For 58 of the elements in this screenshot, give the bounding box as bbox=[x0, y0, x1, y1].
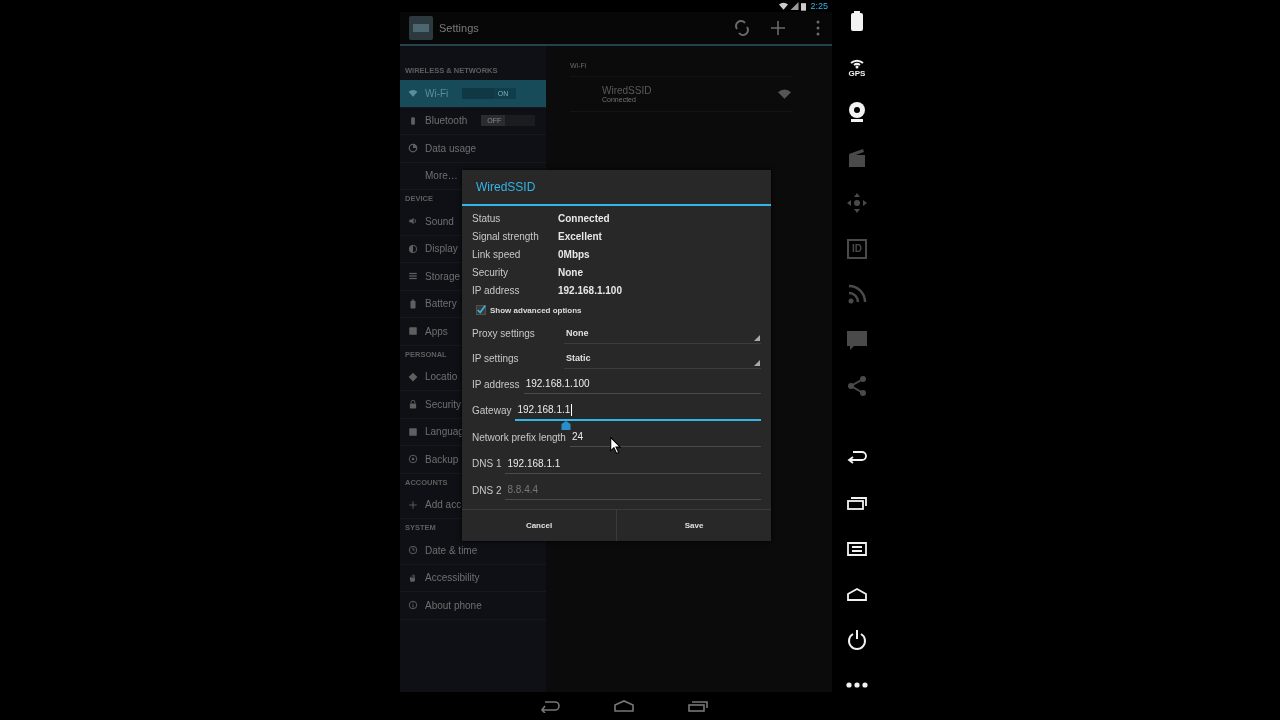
sync-icon[interactable] bbox=[734, 20, 750, 36]
checkbox[interactable] bbox=[476, 305, 486, 315]
battery-icon bbox=[408, 298, 418, 309]
cell-signal-icon bbox=[790, 2, 800, 10]
input-field[interactable]: 192.168.1.100 bbox=[523, 374, 761, 395]
info-icon bbox=[408, 600, 418, 611]
contrast-icon bbox=[408, 243, 418, 254]
clock-time: 2:25 bbox=[810, 1, 828, 11]
speaker-icon bbox=[408, 216, 418, 227]
plus-icon bbox=[408, 499, 418, 510]
location-icon bbox=[408, 371, 418, 382]
field-label: Network prefix length bbox=[472, 431, 566, 443]
field-label: IP address bbox=[472, 378, 520, 390]
checkbox-label: Show advanced options bbox=[490, 305, 582, 315]
app-title: Settings bbox=[439, 22, 479, 34]
info-label: Status bbox=[472, 212, 502, 224]
backup-icon bbox=[408, 454, 418, 465]
lock-icon bbox=[408, 399, 418, 410]
field-label: Gateway bbox=[472, 405, 512, 417]
info-label: Security bbox=[472, 266, 510, 278]
field-label: DNS 2 bbox=[472, 484, 502, 496]
sidebar-item[interactable]: About phone bbox=[400, 592, 546, 620]
info-value: Connected bbox=[558, 212, 610, 224]
battery-icon bbox=[801, 1, 807, 11]
storage-icon bbox=[408, 271, 418, 282]
clock-icon bbox=[408, 545, 418, 556]
sidebar-item[interactable]: Accessibility bbox=[400, 564, 546, 592]
dropdown-corner-icon bbox=[754, 360, 760, 366]
cancel-button[interactable]: Cancel bbox=[462, 509, 616, 541]
wifi-signal-icon bbox=[779, 2, 789, 10]
dropdown-corner-icon bbox=[754, 335, 760, 341]
wifi-icon bbox=[408, 88, 418, 99]
dropdown[interactable]: None bbox=[564, 323, 761, 344]
apps-icon bbox=[408, 326, 418, 337]
dropdown[interactable]: Static bbox=[564, 348, 761, 369]
input-field[interactable]: 192.168.1.1 bbox=[515, 400, 761, 422]
save-button[interactable]: Save bbox=[616, 509, 771, 541]
input-field[interactable]: 8.8.4.4 bbox=[505, 480, 761, 501]
info-label: Link speed bbox=[472, 248, 522, 260]
pie-chart-icon bbox=[408, 143, 418, 154]
field-label: IP settings bbox=[472, 353, 520, 364]
field-label: DNS 1 bbox=[472, 458, 502, 470]
mouse-pointer-icon bbox=[610, 437, 621, 454]
overflow-menu-icon[interactable] bbox=[816, 20, 820, 36]
field-label: Proxy settings bbox=[472, 328, 536, 339]
info-value: Excellent bbox=[558, 230, 602, 242]
info-label: Signal strength bbox=[472, 230, 540, 242]
info-value: 0Mbps bbox=[558, 248, 590, 260]
info-value: None bbox=[558, 266, 583, 278]
input-field[interactable]: 192.168.1.1 bbox=[505, 453, 761, 474]
dialog-title: WiredSSID bbox=[462, 170, 771, 206]
add-icon[interactable] bbox=[770, 20, 786, 36]
network-name: WiredSSID bbox=[602, 85, 653, 96]
info-label: IP address bbox=[472, 284, 521, 296]
info-value: 192.168.1.100 bbox=[558, 284, 622, 296]
sidebar-item[interactable]: Data usage bbox=[400, 135, 546, 163]
selection-handle[interactable] bbox=[560, 420, 572, 430]
wifi-signal-icon bbox=[778, 89, 791, 99]
